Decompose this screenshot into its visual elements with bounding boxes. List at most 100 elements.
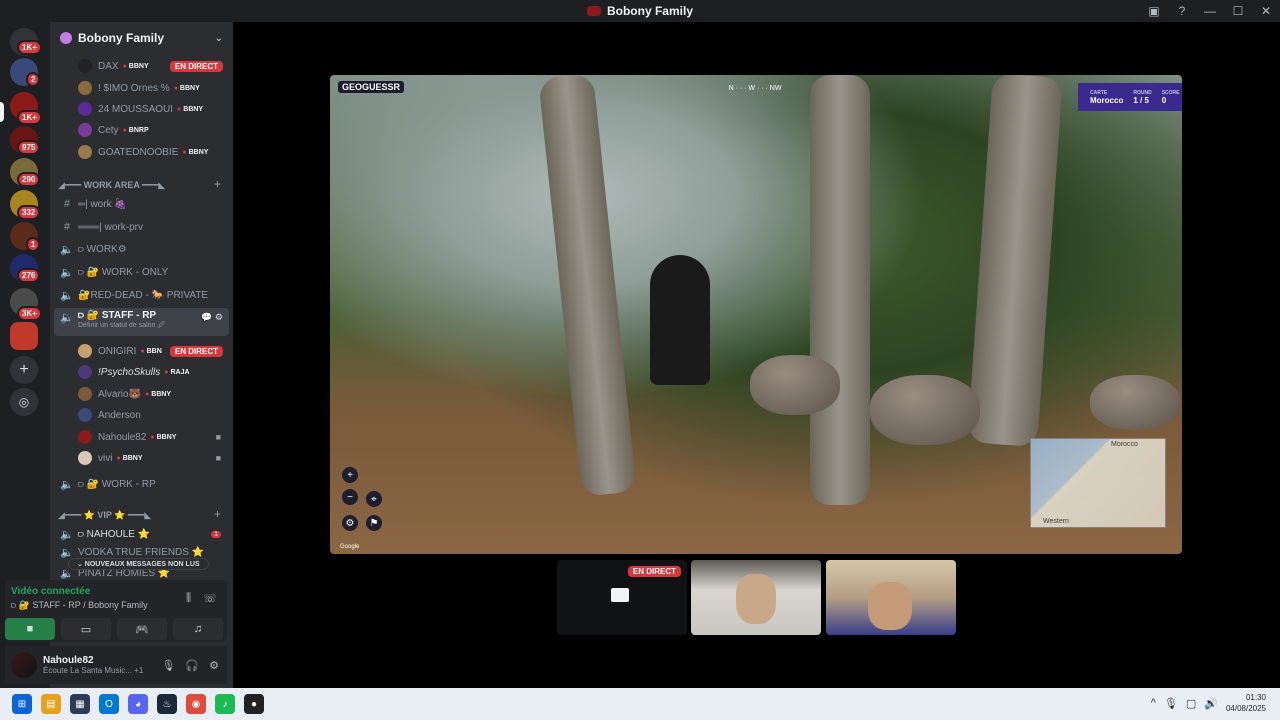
avatar[interactable] [11,652,37,678]
list-item[interactable]: DAX BBNY EN DIRECT [50,56,233,76]
channel-item[interactable]: 🔈 ⫐ 🔐 WORK - ONLY [50,262,233,282]
list-item[interactable]: ! $IMO Ornes % BBNY [50,78,233,98]
list-item[interactable]: !PsychoSkulls RAJA [50,362,233,382]
outlook-icon[interactable]: O [99,694,119,714]
voice-status[interactable]: Vidéo connectée [11,586,90,597]
server-badge: 3K+ [17,306,42,321]
camera-button[interactable]: ■ [5,618,55,640]
discover-icon[interactable]: ◎ [10,388,38,416]
maximize-button[interactable]: ☐ [1224,0,1252,22]
channel-actions[interactable]: 💬 ⚙ [201,312,223,323]
channel-item[interactable]: 🔈 ⫐ WORK⚙ [50,239,233,259]
soundboard-button[interactable]: ♫ [173,618,223,640]
list-item[interactable]: Alvario🐻 BBNY [50,384,233,404]
microphone-icon[interactable]: 🎙 [161,659,175,672]
participant-tile[interactable] [691,560,821,635]
member-name: vivi [98,452,113,464]
list-item[interactable]: Anderson [50,405,233,425]
zoom-out-button[interactable]: − [342,489,358,505]
add-channel-icon[interactable]: + [214,177,221,191]
channel-name: ═| work 🍇 [78,198,127,210]
headphones-icon[interactable]: 🎧 [185,659,199,672]
flag-icon[interactable]: ⚑ [366,515,382,531]
list-item[interactable]: Nahoule82 BBNY ■ [50,427,233,447]
location-pin-icon[interactable]: ⌖ [366,491,382,507]
channel-name: ⫐ 🔐 WORK - RP [78,478,156,490]
new-messages-pill[interactable]: ⌄ NOUVEAUX MESSAGES NON LUS [68,558,209,570]
tree-trunk [967,75,1063,447]
avatar [78,123,92,137]
list-item[interactable]: 24 MOUSSAOUI BBNY [50,99,233,119]
chrome-icon[interactable]: ◉ [186,694,206,714]
calculator-icon[interactable]: ▦ [70,694,90,714]
inbox-icon[interactable]: ▣ [1140,0,1168,22]
start-menu-icon[interactable]: ⊞ [12,694,32,714]
discord-icon[interactable]: ◕ [128,694,148,714]
network-icon[interactable]: ▢ [1186,697,1196,710]
settings-icon[interactable]: ⚙ [342,515,358,531]
voice-location[interactable]: ⫐ 🔐 STAFF - RP / Bobony Family [11,600,148,611]
settings-icon[interactable]: ⚙ [209,659,219,672]
channel-item-active[interactable]: 🔈 ⫐ 🔐 STAFF - RP Définir un statut de sa… [54,308,229,336]
channel-item[interactable]: 🔈 🔐RED-DEAD - 🐎 PRIVATE [50,285,233,305]
guild-header[interactable]: Bobony Family ⌄ [50,22,233,54]
round-label: ROUND [1133,89,1152,96]
member-name: Anderson [98,409,141,421]
spotify-icon[interactable]: ♪ [215,694,235,714]
participant-tile[interactable] [826,560,956,635]
channel-item[interactable]: # ═| work 🍇 [50,194,233,214]
disconnect-icon[interactable]: ☏ [203,592,217,605]
channel-status[interactable]: Définir un statut de salon 🖉 [78,321,165,332]
channel-name: ⫐ NAHOULE ⭐ [78,528,151,540]
webcam-face [736,574,776,624]
channel-item[interactable]: 🔈 ⫐ NAHOULE ⭐ 1 [50,524,233,544]
member-tag: BBNY [123,63,149,70]
noise-suppression-icon[interactable]: ⫼ [186,592,191,605]
channel-name: ⫐ WORK⚙ [78,243,127,255]
voice-channel-icon: 🔈 [60,478,74,491]
avatar [78,102,92,116]
channel-item[interactable]: # ═══| work-prv [50,217,233,237]
add-channel-icon[interactable]: + [214,507,221,521]
minimap[interactable]: Morocco Western [1030,438,1166,528]
channel-item[interactable]: 🔈 ⫐ 🔐 WORK - RP [50,474,233,494]
member-tag: BBNY [150,434,177,441]
obs-icon[interactable]: ● [244,694,264,714]
stream-video[interactable]: GEOGUESSR N · · · W · · · NW CARTE Morocc… [330,75,1182,554]
category-vip[interactable]: ◢━━━ ⭐ VIP ⭐ ━━━◣ [58,510,151,521]
clock[interactable]: 01:30 04/08/2025 [1226,692,1266,714]
participant-tile[interactable]: EN DIRECT [557,560,687,635]
activity-button[interactable]: 🎮 [117,618,167,640]
zoom-in-button[interactable]: + [342,467,358,483]
google-attribution: Google [340,544,360,550]
list-item[interactable]: vivi BBNY ■ [50,448,233,468]
voice-channel-icon: 🔈 [60,546,74,559]
volume-icon[interactable]: 🔊 [1204,697,1218,710]
member-name: ! $IMO Ornes % [98,82,170,94]
server-icon[interactable] [10,322,38,350]
add-server-icon[interactable]: + [10,356,38,384]
steam-icon[interactable]: ♨ [157,694,177,714]
list-item[interactable]: ONIGIRI BBN EN DIRECT [50,341,233,361]
category-work-area[interactable]: ◢━━━ WORK AREA ━━━◣ [58,180,165,191]
app-logo-icon [586,6,601,16]
channel-name: 🔐RED-DEAD - 🐎 PRIVATE [78,289,209,301]
round-value: 1 / 5 [1133,95,1149,105]
score-value: 0 [1161,95,1167,105]
score-label: SCORE [1161,89,1180,96]
screen-share-button[interactable]: ▭ [61,618,111,640]
member-name: DAX [98,60,119,72]
microphone-icon[interactable]: 🎙 [1164,697,1178,710]
member-tag: RAJA [164,369,189,376]
list-item[interactable]: GOATEDNOOBIE BBNY [50,142,233,162]
chevron-up-icon[interactable]: ^ [1151,697,1156,709]
list-item[interactable]: Cety BNRP [50,120,233,140]
channel-item[interactable]: 🔈 VODKA TRUE FRIENDS ⭐ [50,546,233,559]
rock [750,355,840,415]
file-explorer-icon[interactable]: ▤ [41,694,61,714]
text-channel-icon: # [63,198,71,210]
help-icon[interactable]: ? [1168,0,1196,22]
close-button[interactable]: ✕ [1252,0,1280,22]
minimize-button[interactable]: — [1196,0,1224,22]
channel-name: ⫐ 🔐 WORK - ONLY [78,266,169,278]
